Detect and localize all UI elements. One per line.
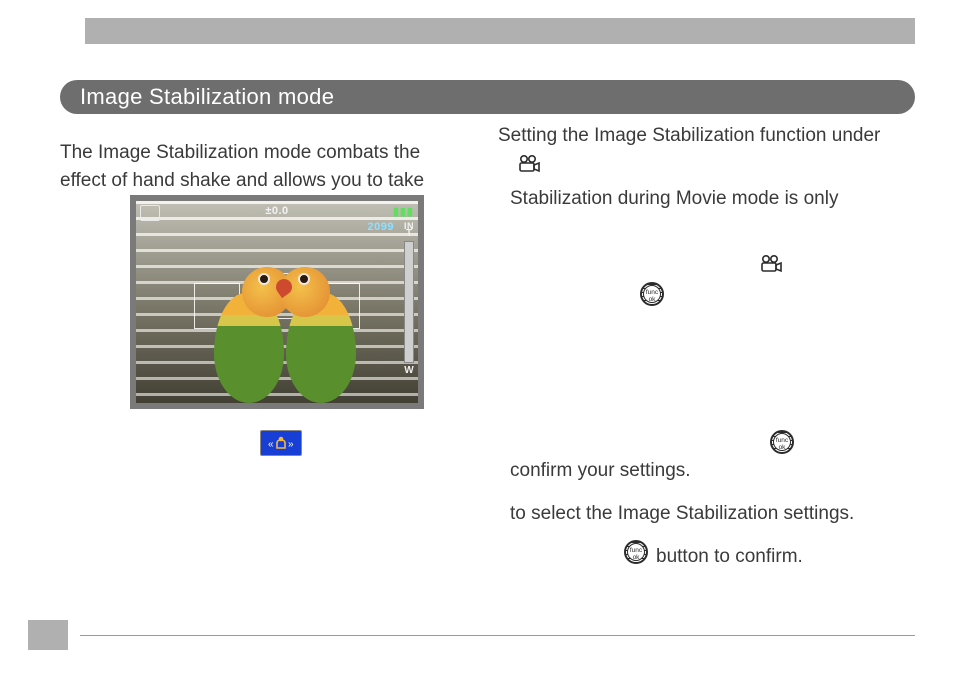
osd-battery-icon: ▮▮▮	[393, 205, 414, 218]
section-heading-text: Image Stabilization mode	[60, 80, 334, 114]
image-stabilization-icon: « »	[260, 430, 302, 456]
right-paragraph-1: Setting the Image Stabilization function…	[498, 122, 918, 150]
page-thumb-tab	[28, 620, 68, 650]
osd-shots-remaining: 2099	[368, 221, 394, 233]
footer-rule	[80, 635, 915, 636]
movie-mode-icon	[760, 255, 782, 278]
osd-zoom-bar	[404, 241, 414, 363]
mode-icon	[140, 205, 160, 221]
svg-text:«: «	[268, 439, 274, 450]
right-press-confirm-text: button to confirm.	[656, 543, 803, 571]
manual-page: Image Stabilization mode The Image Stabi…	[0, 0, 954, 694]
camera-preview: ±0.0 ▮▮▮ 2099 IN	[136, 201, 418, 403]
svg-text:»: »	[288, 439, 294, 450]
camera-preview-frame: ±0.0 ▮▮▮ 2099 IN	[130, 195, 424, 409]
header-bar	[85, 18, 915, 44]
right-confirm-text: confirm your settings.	[510, 457, 691, 485]
osd-ev: ±0.0	[265, 205, 288, 217]
movie-mode-icon	[518, 155, 540, 178]
right-paragraph-2: Stabilization during Movie mode is only	[510, 185, 920, 213]
func-ok-button-icon	[770, 430, 794, 454]
func-ok-button-icon	[624, 540, 648, 564]
right-select-text: to select the Image Stabilization settin…	[510, 500, 920, 528]
func-ok-button-icon	[640, 282, 664, 306]
left-paragraph-1: The Image Stabilization mode combats the…	[60, 139, 470, 194]
section-heading: Image Stabilization mode	[60, 80, 915, 114]
